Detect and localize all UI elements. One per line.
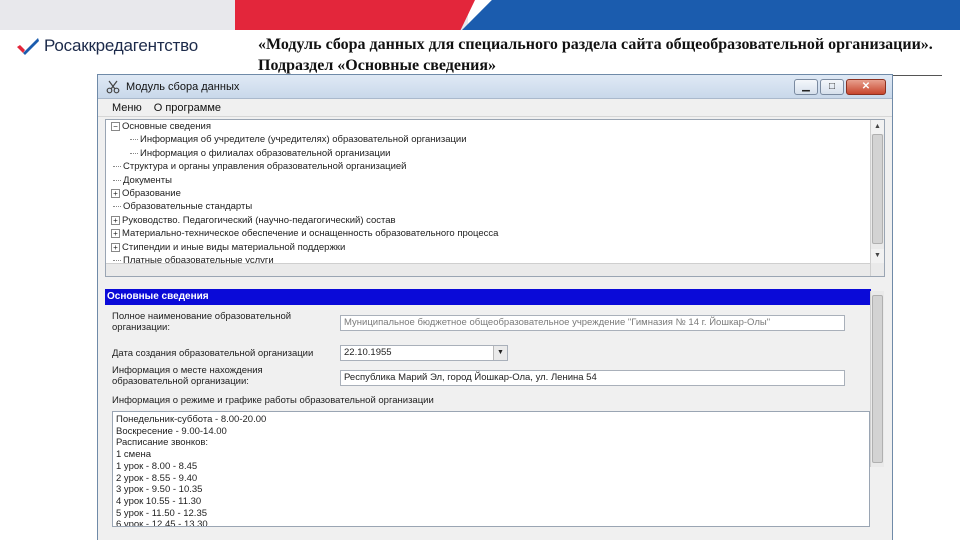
tree-item-label: Образование bbox=[122, 187, 181, 199]
form-vertical-scrollbar[interactable] bbox=[870, 291, 884, 467]
header-band-red bbox=[235, 0, 475, 30]
expand-icon[interactable]: + bbox=[111, 242, 120, 252]
tree-item[interactable]: + Руководство. Педагогический (научно-пед… bbox=[106, 214, 884, 227]
tree-rows: − Основные сведения Информация об учредите… bbox=[106, 120, 884, 276]
schedule-line: 6 урок - 12.45 - 13.30 bbox=[116, 519, 208, 527]
slide: Росаккредагентство «Модуль сбора данных … bbox=[0, 0, 960, 540]
tree-item-label: Образовательные стандарты bbox=[123, 201, 253, 213]
close-button[interactable]: ✕ bbox=[846, 78, 886, 95]
schedule-label: Информация о режиме и графике работы обр… bbox=[112, 395, 434, 406]
tree-vertical-scrollbar[interactable]: ▲ ▼ bbox=[870, 120, 884, 276]
expand-icon[interactable]: + bbox=[111, 188, 120, 198]
brand-name: Росаккредагентство bbox=[44, 36, 199, 55]
section-header: Основные сведения bbox=[105, 289, 871, 305]
tree-item[interactable]: + Образование bbox=[106, 187, 884, 200]
full-name-label: Полное наименование образовательной орга… bbox=[112, 311, 292, 333]
tree-item-label: Информация об учредителе (учредителях) о… bbox=[140, 134, 467, 146]
tree-item[interactable]: Информация об учредителе (учредителях) о… bbox=[106, 133, 884, 146]
tree-item-label: Материально-техническое обеспечение и ос… bbox=[122, 228, 499, 240]
schedule-lines: Понедельник-суббота - 8.00-20.00 Воскресе… bbox=[116, 414, 866, 527]
creation-date-label: Дата создания образовательной организаци… bbox=[112, 348, 314, 359]
tree-item[interactable]: Образовательные стандарты bbox=[106, 200, 884, 213]
menu-item-about[interactable]: О программе bbox=[154, 102, 221, 114]
scroll-up-icon[interactable]: ▲ bbox=[871, 120, 884, 134]
tree-item[interactable]: − Основные сведения bbox=[106, 120, 884, 133]
expand-icon[interactable]: + bbox=[111, 229, 120, 239]
creation-date-value: 22.10.1955 bbox=[344, 347, 392, 358]
window-titlebar[interactable]: Модуль сбора данных ▁ □ ✕ bbox=[98, 75, 892, 99]
location-field[interactable]: Республика Марий Эл, город Йошкар-Ола, у… bbox=[340, 370, 845, 386]
window-title: Модуль сбора данных bbox=[126, 80, 240, 93]
tree-item[interactable]: Документы bbox=[106, 174, 884, 187]
menu-bar: Меню О программе bbox=[98, 99, 892, 117]
schedule-line: 2 урок - 8.55 - 9.40 bbox=[116, 472, 198, 484]
chevron-down-icon[interactable]: ▼ bbox=[493, 346, 507, 360]
tree-item-label: Руководство. Педагогический (научно-педа… bbox=[122, 214, 396, 226]
collapse-icon[interactable]: − bbox=[111, 121, 120, 131]
header-band-blue bbox=[462, 0, 960, 30]
tree-item[interactable]: Структура и органы управления образовате… bbox=[106, 160, 884, 173]
schedule-line: 5 урок - 11.50 - 12.35 bbox=[116, 507, 208, 519]
maximize-button[interactable]: □ bbox=[820, 78, 844, 95]
tree-connector bbox=[113, 259, 121, 261]
scissors-icon bbox=[106, 80, 120, 93]
app-window: Модуль сбора данных ▁ □ ✕ Меню О програм… bbox=[97, 74, 893, 540]
scroll-down-icon[interactable]: ▼ bbox=[871, 249, 884, 263]
tree-item[interactable]: Информация о филиалах образовательной ор… bbox=[106, 147, 884, 160]
schedule-line: 3 урок - 9.50 - 10.35 bbox=[116, 484, 203, 496]
full-name-field[interactable]: Муниципальное бюджетное общеобразователь… bbox=[340, 315, 845, 331]
schedule-line: 1 смена bbox=[116, 449, 152, 461]
schedule-textarea[interactable]: Понедельник-суббота - 8.00-20.00 Воскресе… bbox=[112, 411, 870, 527]
location-label: Информация о месте нахождения образовате… bbox=[112, 365, 263, 387]
tree-connector bbox=[130, 139, 138, 141]
tree-connector bbox=[113, 179, 121, 181]
form-scroll-thumb[interactable] bbox=[872, 295, 883, 463]
slide-title: «Модуль сбора данных для специального ра… bbox=[258, 36, 933, 74]
tree-connector bbox=[113, 206, 121, 208]
tree-item[interactable]: + Стипендии и иные виды материальной подд… bbox=[106, 241, 884, 254]
expand-icon[interactable]: + bbox=[111, 215, 120, 225]
window-controls: ▁ □ ✕ bbox=[794, 78, 892, 95]
tree-connector bbox=[113, 166, 121, 168]
tree-item-label: Документы bbox=[123, 174, 172, 186]
tree-connector bbox=[130, 152, 138, 154]
tree-item-label: Информация о филиалах образовательной ор… bbox=[140, 147, 391, 159]
minimize-button[interactable]: ▁ bbox=[794, 78, 818, 95]
tree-item-label: Стипендии и иные виды материальной подде… bbox=[122, 241, 346, 253]
schedule-line: 4 урок 10.55 - 11.30 bbox=[116, 495, 202, 507]
section-tree: − Основные сведения Информация об учредите… bbox=[105, 119, 885, 277]
brand-logo: Росаккредагентство bbox=[16, 36, 198, 56]
schedule-line: Расписание звонков: bbox=[116, 437, 209, 449]
schedule-line: Воскресение - 9.00-14.00 bbox=[116, 425, 227, 437]
checkmark-logo-icon bbox=[17, 38, 39, 55]
tree-item-label: Основные сведения bbox=[122, 121, 212, 132]
menu-item-menu[interactable]: Меню bbox=[112, 102, 142, 114]
schedule-line: 1 урок - 8.00 - 8.45 bbox=[116, 460, 198, 472]
creation-date-picker[interactable]: 22.10.1955 ▼ bbox=[340, 345, 508, 361]
tree-item[interactable]: + Материально-техническое обеспечение и о… bbox=[106, 227, 884, 240]
tree-item-label: Структура и органы управления образовате… bbox=[123, 161, 407, 173]
schedule-line: Понедельник-суббота - 8.00-20.00 bbox=[116, 414, 267, 425]
tree-scroll-thumb[interactable] bbox=[872, 134, 883, 244]
tree-horizontal-scrollbar[interactable] bbox=[106, 263, 870, 276]
